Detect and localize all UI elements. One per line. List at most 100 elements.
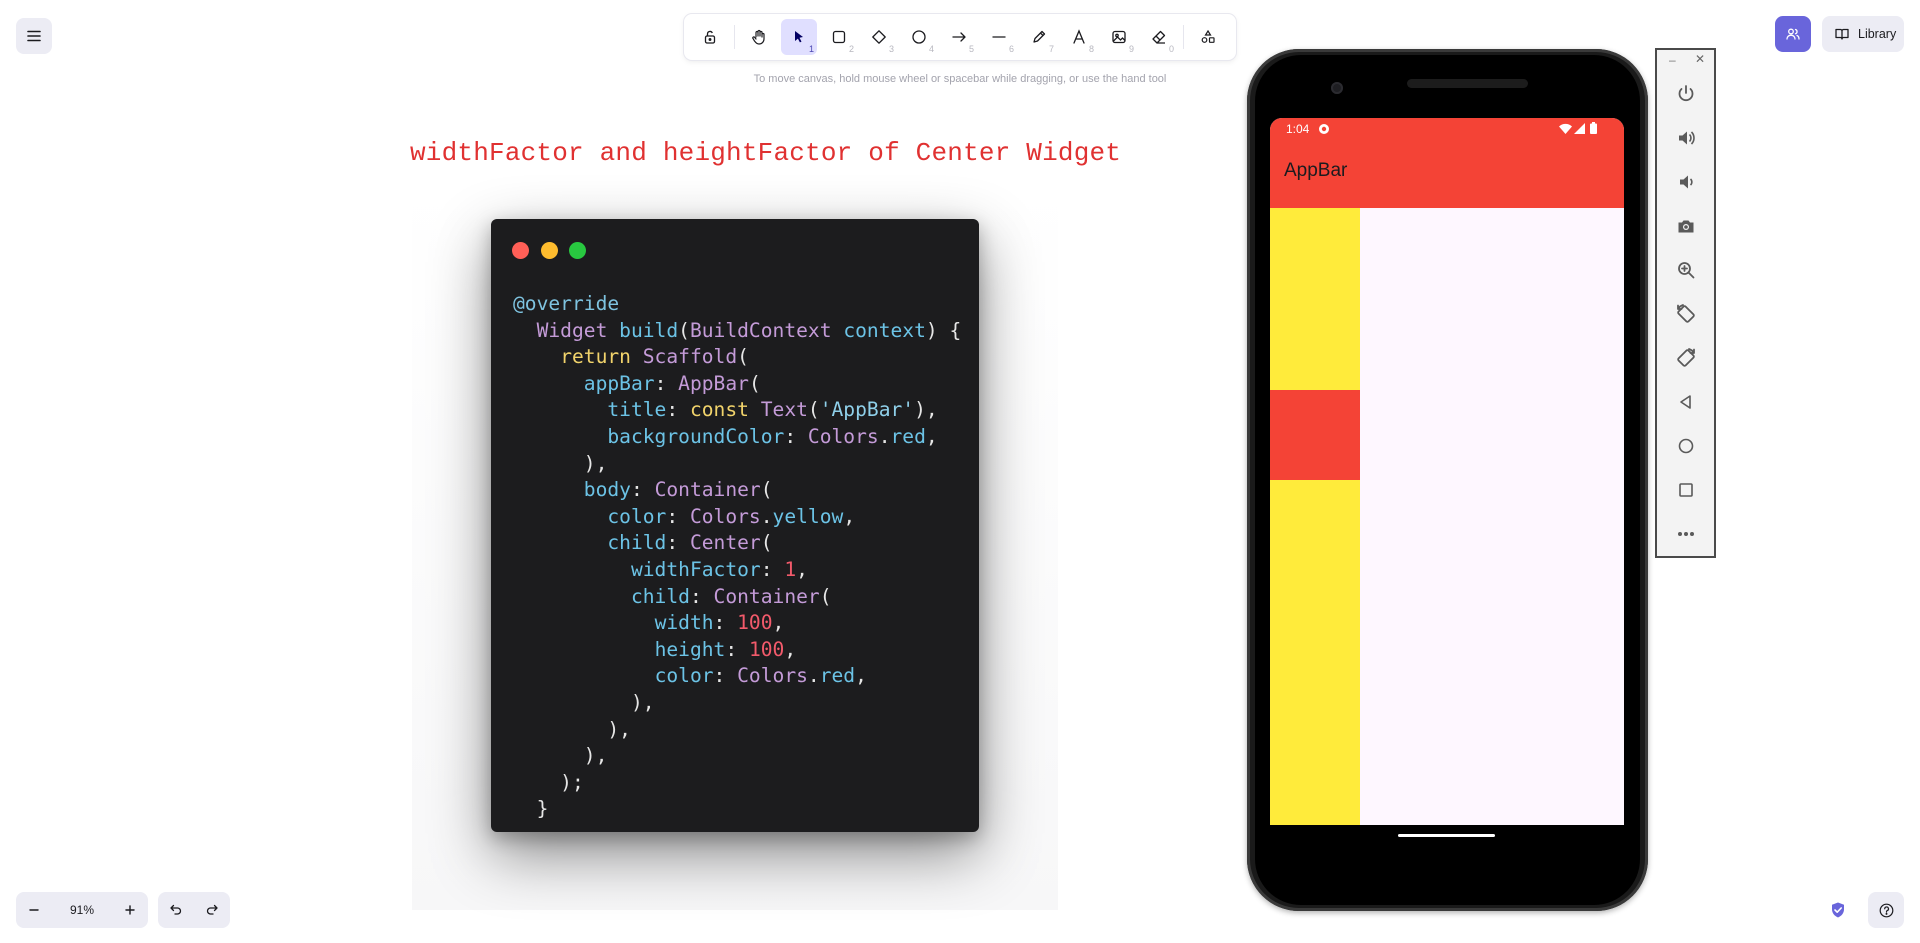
code-line: @override <box>513 292 620 315</box>
shapes-icon <box>1201 29 1215 43</box>
code-line: return Scaffold( <box>560 345 749 369</box>
rotate-right-icon <box>1676 348 1695 367</box>
tool-eraser[interactable]: 0 <box>1141 19 1177 55</box>
code-block: @override Widget build(BuildContext cont… <box>513 291 961 823</box>
tool-selection[interactable]: 1 <box>781 19 817 55</box>
tool-key: 3 <box>888 44 894 54</box>
eraser-icon <box>1152 30 1166 44</box>
tool-key: 4 <box>928 44 934 54</box>
code-line: ), <box>513 690 655 714</box>
line-icon <box>992 36 1006 38</box>
tool-image[interactable]: 9 <box>1101 19 1137 55</box>
plus-icon <box>125 905 135 915</box>
collaborate-button[interactable] <box>1775 16 1811 52</box>
volume-up-icon <box>1678 131 1695 145</box>
text-icon <box>1073 29 1085 44</box>
earpiece-speaker <box>1407 79 1528 88</box>
phone-screen[interactable]: 1:04 AppBar <box>1270 118 1624 825</box>
pencil-icon <box>1033 30 1046 43</box>
shield-check-icon <box>1832 902 1844 918</box>
tool-key: 7 <box>1048 44 1054 54</box>
shape-toolbar: 1 2 3 4 5 6 7 8 9 0 <box>684 14 1236 60</box>
zoom-button[interactable] <box>1657 248 1714 292</box>
code-line: Widget build(BuildContext context) { <box>536 318 962 342</box>
canvas-heading[interactable]: widthFactor and heightFactor of Center W… <box>410 138 1121 168</box>
emulator-controls: – ✕ <box>1655 48 1716 558</box>
undo-icon <box>170 904 182 915</box>
shield-check-button[interactable] <box>1826 898 1850 922</box>
more-dots-icon <box>1677 532 1694 536</box>
tool-line[interactable]: 6 <box>981 19 1017 55</box>
window-maximize-dot <box>569 242 586 259</box>
overview-button[interactable] <box>1657 468 1714 512</box>
front-camera <box>1331 82 1343 94</box>
app-bar: AppBar <box>1270 140 1624 208</box>
back-button[interactable] <box>1657 380 1714 424</box>
rotate-left-button[interactable] <box>1657 292 1714 336</box>
tool-draw[interactable]: 7 <box>1021 19 1057 55</box>
redo-icon <box>206 904 218 915</box>
red-container <box>1270 390 1360 480</box>
home-circle-icon <box>1678 438 1693 454</box>
power-button[interactable] <box>1657 72 1714 116</box>
notification-icon <box>1319 124 1329 134</box>
code-line: height: 100, <box>654 637 797 661</box>
tool-hand[interactable] <box>741 19 777 55</box>
unlock-icon <box>704 30 716 44</box>
tool-lock[interactable] <box>692 19 728 55</box>
help-button[interactable] <box>1868 892 1904 928</box>
tool-extra[interactable] <box>1190 19 1226 55</box>
tool-rectangle[interactable]: 2 <box>821 19 857 55</box>
library-button[interactable]: Library <box>1822 16 1904 52</box>
rotate-right-button[interactable] <box>1657 336 1714 380</box>
zoom-reset-button[interactable]: 91% <box>52 903 112 917</box>
tool-key: 6 <box>1008 44 1014 54</box>
code-line: } <box>513 797 549 821</box>
redo-button[interactable] <box>194 892 230 928</box>
undo-button[interactable] <box>158 892 194 928</box>
app-bar-title: AppBar <box>1284 160 1348 181</box>
code-line: body: Container( <box>583 478 773 502</box>
tool-arrow[interactable]: 5 <box>941 19 977 55</box>
code-window[interactable]: @override Widget build(BuildContext cont… <box>491 219 979 832</box>
main-menu-button[interactable] <box>16 18 52 54</box>
home-indicator[interactable] <box>1398 834 1495 837</box>
status-bar: 1:04 <box>1270 118 1624 140</box>
emulator-close-button[interactable]: ✕ <box>1695 53 1707 65</box>
rectangle-icon <box>832 30 846 44</box>
zoom-in-button[interactable] <box>112 892 148 928</box>
tool-key: 2 <box>848 44 854 54</box>
pointer-icon <box>795 31 803 43</box>
hamburger-icon <box>27 30 41 42</box>
emulator-minimize-button[interactable]: – <box>1669 54 1681 66</box>
help-icon <box>1879 903 1893 917</box>
more-button[interactable] <box>1657 512 1714 556</box>
zoom-in-icon <box>1677 262 1694 279</box>
wifi-icon <box>1559 123 1572 134</box>
toolbar-divider <box>734 25 735 49</box>
screenshot-button[interactable] <box>1657 204 1714 248</box>
code-line: widthFactor: 1, <box>630 557 808 581</box>
hand-icon <box>752 29 765 45</box>
users-icon <box>1786 28 1800 40</box>
image-icon <box>1112 30 1126 44</box>
home-button[interactable] <box>1657 424 1714 468</box>
tool-key: 0 <box>1168 44 1174 54</box>
volume-up-button[interactable] <box>1657 116 1714 160</box>
overview-square-icon <box>1678 483 1693 497</box>
zoom-controls: 91% <box>16 892 148 928</box>
tool-key: 1 <box>808 44 814 54</box>
code-line: child: Container( <box>630 584 832 608</box>
tool-text[interactable]: 8 <box>1061 19 1097 55</box>
ellipse-icon <box>912 30 926 44</box>
tool-ellipse[interactable]: 4 <box>901 19 937 55</box>
code-line: color: Colors.yellow, <box>607 504 856 528</box>
volume-down-button[interactable] <box>1657 160 1714 204</box>
volume-down-icon <box>1679 175 1693 189</box>
zoom-out-button[interactable] <box>16 892 52 928</box>
tool-diamond[interactable]: 3 <box>861 19 897 55</box>
code-line: ), <box>513 717 631 741</box>
arrow-icon <box>952 32 966 42</box>
status-time: 1:04 <box>1286 122 1310 136</box>
minus-icon <box>29 909 39 911</box>
